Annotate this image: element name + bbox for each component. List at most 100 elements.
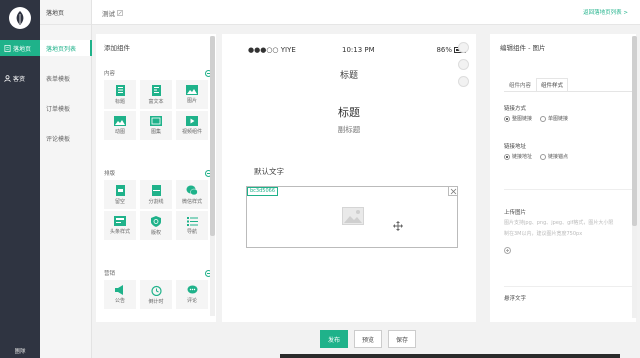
people-icon[interactable]: [458, 59, 469, 70]
back-to-list-link[interactable]: 返回落地页列表 >: [583, 8, 628, 16]
section-title: 营销: [104, 271, 116, 277]
editor-scrollbar[interactable]: [632, 36, 637, 318]
tile-label: 留空: [114, 198, 125, 205]
component-rich-text[interactable]: 富文本: [140, 80, 172, 109]
user-icon: [4, 74, 11, 82]
tile-label: 图集: [150, 129, 161, 135]
top-bar: 测试 返回落地页列表 >: [92, 0, 640, 25]
component-video[interactable]: 视频组件: [176, 111, 208, 140]
radio-whole-image-link[interactable]: 整图链接: [504, 115, 532, 122]
settings-icon[interactable]: [458, 42, 469, 53]
section-content: 内容 标题 富文本 图片 动图 图集 视频组件: [104, 68, 212, 140]
gif-icon: [114, 116, 126, 126]
image-component-selected[interactable]: bc3d5066: [246, 186, 458, 248]
component-wechat-style[interactable]: 微信样式: [176, 180, 208, 209]
field-label: 链接方式: [504, 106, 527, 112]
radio-label: 整图链接: [512, 116, 533, 122]
close-icon[interactable]: [448, 187, 457, 196]
subnav-item-form-templates[interactable]: 表单模板: [40, 70, 92, 86]
component-announcement[interactable]: 公告: [104, 280, 136, 309]
leaf-logo-icon: [16, 11, 24, 25]
team-link[interactable]: 團隊: [0, 344, 40, 358]
section-marketing: 营销 公告 倒计时 评论: [104, 268, 212, 309]
component-comment[interactable]: 评论: [176, 280, 208, 309]
image-placeholder-icon: [342, 207, 364, 225]
image-icon: [186, 85, 198, 95]
tile-label: 动图: [114, 129, 125, 135]
clock-text: 10:13 PM: [342, 46, 375, 54]
tile-label: 分割线: [148, 198, 164, 205]
action-bar: 发布 预览 保存: [320, 330, 417, 348]
component-blank[interactable]: 留空: [104, 180, 136, 209]
subnav-header: 落地页: [40, 0, 91, 25]
tile-label: 头条样式: [109, 229, 130, 235]
page-title-text: 测试: [102, 10, 115, 18]
component-image[interactable]: 图片: [176, 80, 208, 109]
add-image-icon[interactable]: [504, 247, 511, 254]
blank-icon: [115, 184, 125, 196]
rail-item-customers[interactable]: 客资: [0, 70, 40, 86]
announce-icon: [114, 285, 123, 295]
radio-link-address[interactable]: 链接地址: [504, 153, 532, 160]
edit-icon[interactable]: [117, 10, 123, 16]
float-text-field: 悬浮文字: [504, 294, 632, 305]
component-countdown[interactable]: 倒计时: [140, 280, 172, 309]
main-sidebar: 落地页 客资 團隊: [0, 0, 40, 358]
battery-percent: 86%: [436, 46, 452, 54]
page-icon: [4, 44, 11, 52]
comment-icon: [187, 285, 197, 294]
default-text-component[interactable]: 默认文字: [254, 166, 284, 177]
tile-label: 视频组件: [181, 129, 202, 135]
tab-content[interactable]: 组件内容: [504, 78, 536, 92]
video-icon: [186, 116, 198, 126]
section-layout: 排版 留空 分割线 微信样式 头条样式 版权 导航: [104, 168, 212, 240]
subheading-text: 副标题: [337, 125, 361, 134]
canvas-side-tools: [458, 42, 472, 93]
tile-label: 标题: [114, 98, 125, 105]
component-title[interactable]: 标题: [104, 80, 136, 109]
field-label: 悬浮文字: [504, 296, 527, 302]
editor-panel: 编辑组件 - 图片 组件内容 组件样式 链接方式 整图链接 单图链接 链接地址 …: [490, 34, 636, 322]
copyright-icon: [151, 215, 161, 227]
component-nav[interactable]: 导航: [176, 211, 208, 240]
subnav-item-comment-templates[interactable]: 评论模板: [40, 130, 92, 146]
headline-icon: [114, 216, 126, 226]
editor-title: 编辑组件 - 图片: [500, 44, 546, 52]
tab-style[interactable]: 组件样式: [536, 78, 568, 92]
editor-tabs: 组件内容 组件样式: [504, 78, 568, 92]
tab-divider: [504, 91, 632, 92]
subnav-item-landing-list[interactable]: 落地页列表: [40, 40, 92, 56]
bulb-icon[interactable]: [458, 76, 469, 87]
rich-text-icon: [151, 84, 161, 96]
rail-item-label: 客资: [13, 75, 26, 83]
palette-scrollbar[interactable]: [210, 36, 215, 316]
radio-single-image-link[interactable]: 单图链接: [540, 115, 568, 122]
radio-dot: [540, 115, 547, 122]
rail-item-landing[interactable]: 落地页: [0, 40, 40, 56]
upload-image-field: 上传图片 图片支持jpg、png、jpeg、gif格式，图片大小限 制在3M以内…: [504, 208, 632, 254]
component-copyright[interactable]: 版权: [140, 211, 172, 240]
page-title: 测试: [102, 8, 123, 18]
divider-icon: [151, 184, 161, 196]
save-button[interactable]: 保存: [388, 330, 417, 348]
phone-nav-title[interactable]: 标题: [222, 68, 476, 81]
radio-dot: [504, 153, 510, 160]
component-divider[interactable]: 分割线: [140, 180, 172, 209]
upload-hint: 图片支持jpg、png、jpeg、gif格式，图片大小限: [504, 220, 614, 226]
scrollbar-thumb[interactable]: [632, 36, 637, 226]
radio-link-anchor[interactable]: 链接锚点: [540, 153, 568, 160]
component-gif[interactable]: 动图: [104, 111, 136, 140]
radio-dot: [504, 115, 510, 122]
publish-button[interactable]: 发布: [320, 330, 349, 348]
component-headline-style[interactable]: 头条样式: [104, 211, 136, 240]
move-icon[interactable]: [393, 221, 403, 231]
section-title: 内容: [104, 71, 116, 77]
section-divider: [504, 286, 632, 287]
component-gallery[interactable]: 图集: [140, 111, 172, 140]
preview-button[interactable]: 预览: [354, 330, 383, 348]
subnav-item-order-templates[interactable]: 订单模板: [40, 100, 92, 116]
upload-hint: 制在3M以内，建议图片宽度750px: [504, 231, 583, 237]
tile-label: 版权: [150, 229, 161, 236]
scrollbar-thumb[interactable]: [210, 36, 215, 236]
sub-sidebar: 落地页 落地页列表 表单模板 订单模板 评论模板: [40, 0, 92, 358]
